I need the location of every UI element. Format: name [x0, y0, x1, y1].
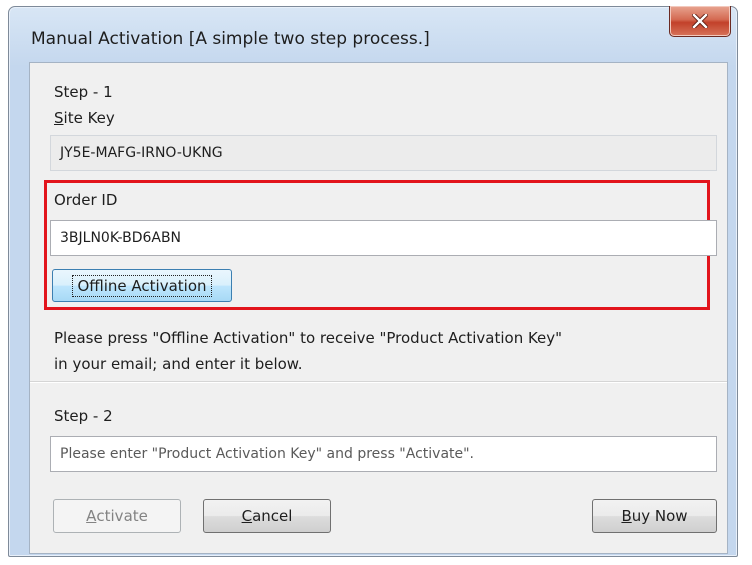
site-key-label-mnemonic: S	[54, 109, 64, 127]
cancel-label: ancel	[252, 507, 293, 525]
buy-now-button[interactable]: Buy Now	[592, 499, 717, 533]
cancel-mnemonic: C	[241, 507, 253, 525]
site-key-label: Site Key	[54, 109, 115, 127]
order-id-input[interactable]: 3BJLN0K-BD6ABN	[50, 220, 717, 256]
instructions-line2: in your email; and enter it below.	[54, 355, 303, 373]
buy-now-mnemonic: B	[621, 507, 632, 525]
site-key-value: JY5E-MAFG-IRNO-UKNG	[60, 145, 223, 161]
dialog-window: Manual Activation [A simple two step pro…	[8, 6, 738, 557]
order-id-value: 3BJLN0K-BD6ABN	[60, 230, 182, 246]
order-id-label: Order ID	[54, 191, 118, 209]
instructions-line1: Please press "Offline Activation" to rec…	[54, 329, 563, 347]
step-separator	[30, 381, 727, 383]
close-button[interactable]	[669, 6, 731, 37]
activate-label: ctivate	[96, 507, 148, 525]
cancel-button[interactable]: Cancel	[203, 499, 331, 533]
activate-button[interactable]: Activate	[53, 499, 181, 533]
step1-heading: Step - 1	[54, 83, 113, 101]
activation-key-input[interactable]: Please enter "Product Activation Key" an…	[50, 436, 717, 472]
site-key-label-text: ite Key	[63, 109, 115, 127]
activation-key-placeholder: Please enter "Product Activation Key" an…	[60, 446, 475, 462]
offline-activation-button[interactable]: Offline Activation	[52, 269, 232, 302]
window-title: Manual Activation [A simple two step pro…	[31, 29, 430, 49]
activate-mnemonic: A	[86, 507, 97, 525]
title-bar[interactable]: Manual Activation [A simple two step pro…	[9, 6, 737, 63]
site-key-field: JY5E-MAFG-IRNO-UKNG	[50, 135, 717, 171]
buy-now-label: uy Now	[631, 507, 688, 525]
close-icon	[692, 14, 708, 28]
dialog-content: Step - 1 Site Key JY5E-MAFG-IRNO-UKNG Or…	[29, 62, 728, 554]
step2-heading: Step - 2	[54, 407, 113, 425]
offline-activation-label: Offline Activation	[72, 274, 212, 297]
